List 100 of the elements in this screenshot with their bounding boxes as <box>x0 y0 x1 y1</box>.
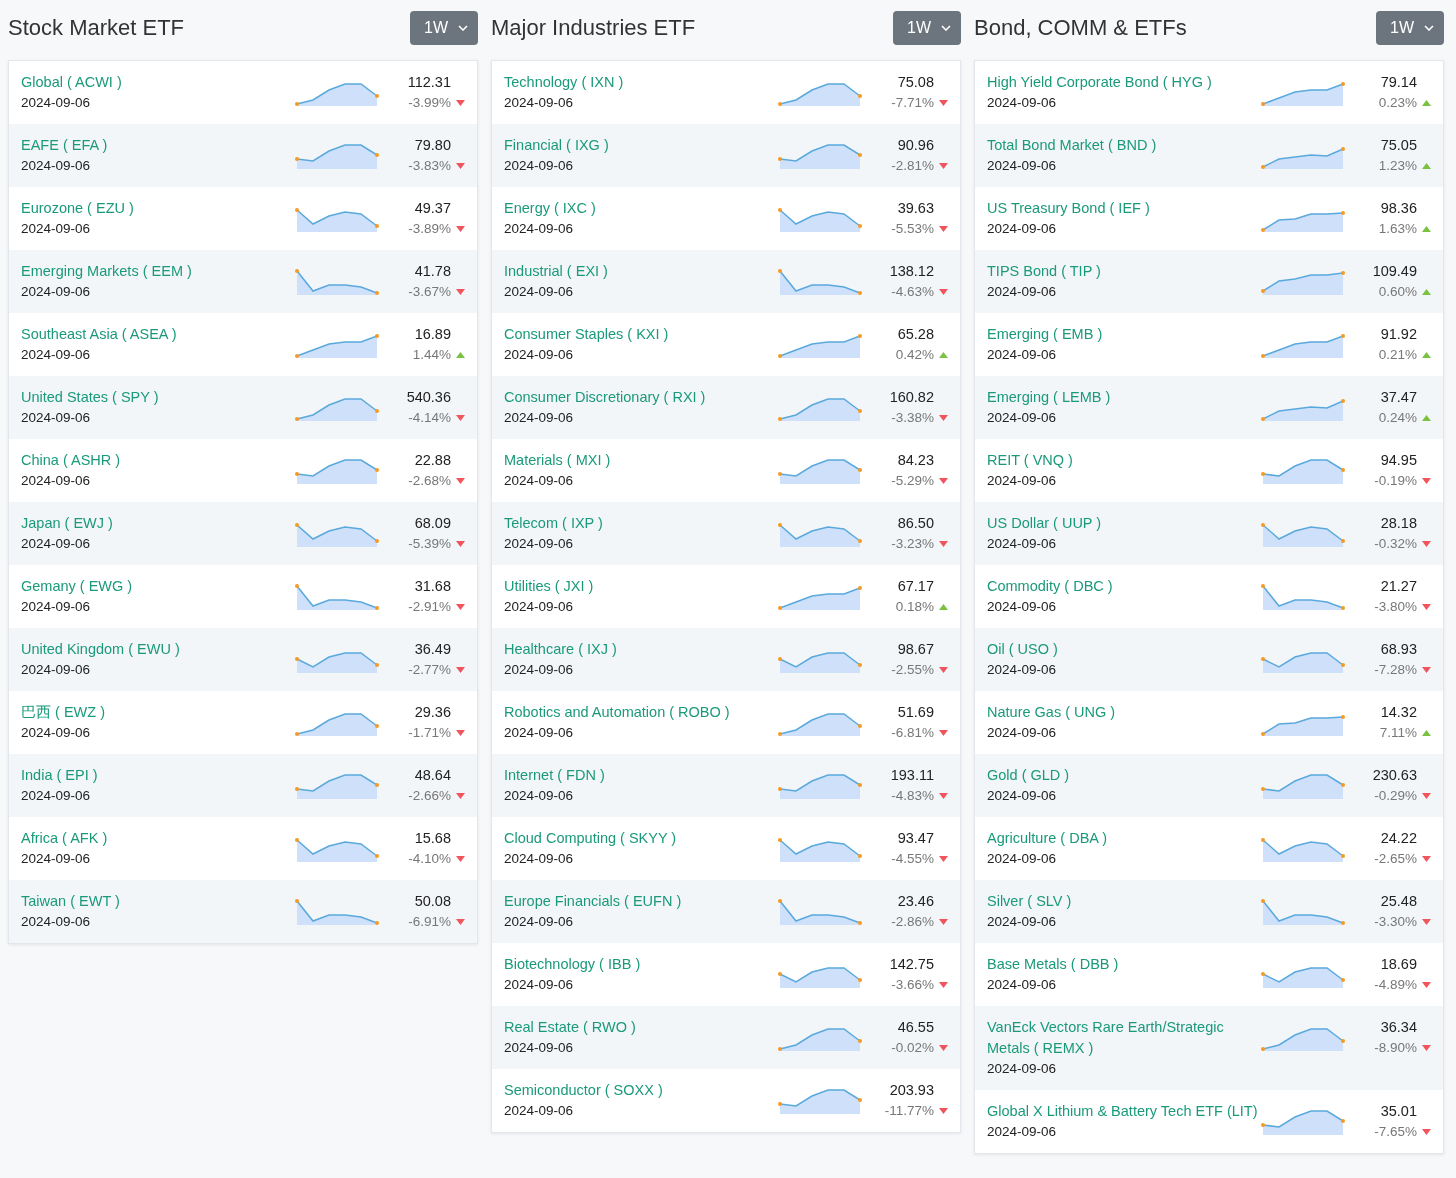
etf-link[interactable]: Industrial ( EXI ) <box>504 261 778 282</box>
down-triangle-icon <box>939 163 948 169</box>
change-label: -4.63% <box>891 283 934 301</box>
price-label: 203.93 <box>889 1081 935 1100</box>
down-triangle-icon <box>939 982 948 988</box>
etf-link[interactable]: Gemany ( EWG ) <box>21 576 295 597</box>
etf-link[interactable]: Financial ( IXG ) <box>504 135 778 156</box>
etf-link[interactable]: Consumer Discretionary ( RXI ) <box>504 387 778 408</box>
etf-link[interactable]: Biotechnology ( IBB ) <box>504 954 778 975</box>
date-label: 2024-09-06 <box>987 787 1058 805</box>
price-label: 68.93 <box>1380 640 1418 659</box>
etf-link[interactable]: Materials ( MXI ) <box>504 450 778 471</box>
etf-link[interactable]: Healthcare ( IXJ ) <box>504 639 778 660</box>
etf-link[interactable]: Taiwan ( EWT ) <box>21 891 295 912</box>
period-dropdown[interactable]: 1W <box>893 11 961 45</box>
price-label: 94.95 <box>1380 451 1418 470</box>
down-triangle-icon <box>939 856 948 862</box>
etf-link[interactable]: Energy ( IXC ) <box>504 198 778 219</box>
change-label: -3.66% <box>891 976 934 994</box>
etf-link[interactable]: United Kingdom ( EWU ) <box>21 639 295 660</box>
down-triangle-icon <box>1422 1129 1431 1135</box>
etf-link[interactable]: Utilities ( JXI ) <box>504 576 778 597</box>
down-triangle-icon <box>456 289 465 295</box>
price-label: 230.63 <box>1372 766 1418 785</box>
etf-link[interactable]: Global ( ACWI ) <box>21 72 295 93</box>
up-triangle-icon <box>1422 226 1431 232</box>
date-label: 2024-09-06 <box>504 220 575 238</box>
date-label: 2024-09-06 <box>987 724 1058 742</box>
etf-link[interactable]: Oil ( USO ) <box>987 639 1261 660</box>
up-triangle-icon <box>1422 730 1431 736</box>
date-label: 2024-09-06 <box>504 598 575 616</box>
etf-link[interactable]: Silver ( SLV ) <box>987 891 1261 912</box>
etf-link[interactable]: 巴西 ( EWZ ) <box>21 702 295 723</box>
down-triangle-icon <box>1422 793 1431 799</box>
etf-link[interactable]: China ( ASHR ) <box>21 450 295 471</box>
date-label: 2024-09-06 <box>987 409 1058 427</box>
down-triangle-icon <box>456 541 465 547</box>
price-label: 112.31 <box>407 73 452 92</box>
change-label: -3.80% <box>1374 598 1417 616</box>
etf-link[interactable]: TIPS Bond ( TIP ) <box>987 261 1261 282</box>
price-label: 98.36 <box>1380 199 1418 218</box>
down-triangle-icon <box>939 667 948 673</box>
down-triangle-icon <box>456 667 465 673</box>
etf-link[interactable]: Nature Gas ( UNG ) <box>987 702 1261 723</box>
etf-link[interactable]: Consumer Staples ( KXI ) <box>504 324 778 345</box>
chevron-icon <box>458 25 468 31</box>
etf-link[interactable]: EAFE ( EFA ) <box>21 135 295 156</box>
etf-link[interactable]: Japan ( EWJ ) <box>21 513 295 534</box>
etf-link[interactable]: Telecom ( IXP ) <box>504 513 778 534</box>
date-label: 2024-09-06 <box>21 598 92 616</box>
etf-link[interactable]: REIT ( VNQ ) <box>987 450 1261 471</box>
price-label: 14.32 <box>1380 703 1418 722</box>
etf-link[interactable]: Cloud Computing ( SKYY ) <box>504 828 778 849</box>
change-label: 0.24% <box>1378 409 1417 427</box>
etf-link[interactable]: Global X Lithium & Battery Tech ETF (LIT) <box>987 1101 1261 1122</box>
date-label: 2024-09-06 <box>504 976 575 994</box>
etf-link[interactable]: Africa ( AFK ) <box>21 828 295 849</box>
etf-link[interactable]: High Yield Corporate Bond ( HYG ) <box>987 72 1261 93</box>
date-label: 2024-09-06 <box>987 976 1058 994</box>
date-label: 2024-09-06 <box>987 283 1058 301</box>
etf-link[interactable]: Internet ( FDN ) <box>504 765 778 786</box>
etf-link[interactable]: Europe Financials ( EUFN ) <box>504 891 778 912</box>
price-label: 98.67 <box>897 640 935 659</box>
period-dropdown[interactable]: 1W <box>1376 11 1444 45</box>
period-dropdown[interactable]: 1W <box>410 11 478 45</box>
etf-link[interactable]: Eurozone ( EZU ) <box>21 198 295 219</box>
etf-link[interactable]: Emerging Markets ( EEM ) <box>21 261 295 282</box>
etf-link[interactable]: Emerging ( EMB ) <box>987 324 1261 345</box>
etf-link[interactable]: VanEck Vectors Rare Earth/Strategic Metals ( REMX ) <box>987 1017 1261 1059</box>
etf-link[interactable]: India ( EPI ) <box>21 765 295 786</box>
up-triangle-icon <box>1422 352 1431 358</box>
etf-link[interactable]: Semiconductor ( SOXX ) <box>504 1080 778 1101</box>
change-label: -2.81% <box>891 157 934 175</box>
price-label: 15.68 <box>414 829 452 848</box>
price-label: 21.27 <box>1380 577 1418 596</box>
etf-link[interactable]: Agriculture ( DBA ) <box>987 828 1261 849</box>
date-label: 2024-09-06 <box>987 472 1058 490</box>
etf-link[interactable]: Real Estate ( RWO ) <box>504 1017 778 1038</box>
down-triangle-icon <box>456 226 465 232</box>
etf-link[interactable]: Base Metals ( DBB ) <box>987 954 1261 975</box>
etf-link[interactable]: Technology ( IXN ) <box>504 72 778 93</box>
etf-link[interactable]: Gold ( GLD ) <box>987 765 1261 786</box>
etf-link[interactable]: US Dollar ( UUP ) <box>987 513 1261 534</box>
change-label: -7.65% <box>1374 1123 1417 1141</box>
etf-link[interactable]: Southeast Asia ( ASEA ) <box>21 324 295 345</box>
etf-link[interactable]: US Treasury Bond ( IEF ) <box>987 198 1261 219</box>
down-triangle-icon <box>456 478 465 484</box>
price-label: 39.63 <box>897 199 935 218</box>
price-label: 75.08 <box>897 73 935 92</box>
etf-link[interactable]: Commodity ( DBC ) <box>987 576 1261 597</box>
etf-link[interactable]: Emerging ( LEMB ) <box>987 387 1261 408</box>
up-triangle-icon <box>1422 289 1431 295</box>
date-label: 2024-09-06 <box>504 94 575 112</box>
change-label: -0.29% <box>1374 787 1417 805</box>
down-triangle-icon <box>939 415 948 421</box>
up-triangle-icon <box>939 604 948 610</box>
etf-link[interactable]: Total Bond Market ( BND ) <box>987 135 1261 156</box>
etf-link[interactable]: United States ( SPY ) <box>21 387 295 408</box>
change-label: 7.11% <box>1379 724 1417 742</box>
etf-link[interactable]: Robotics and Automation ( ROBO ) <box>504 702 778 723</box>
